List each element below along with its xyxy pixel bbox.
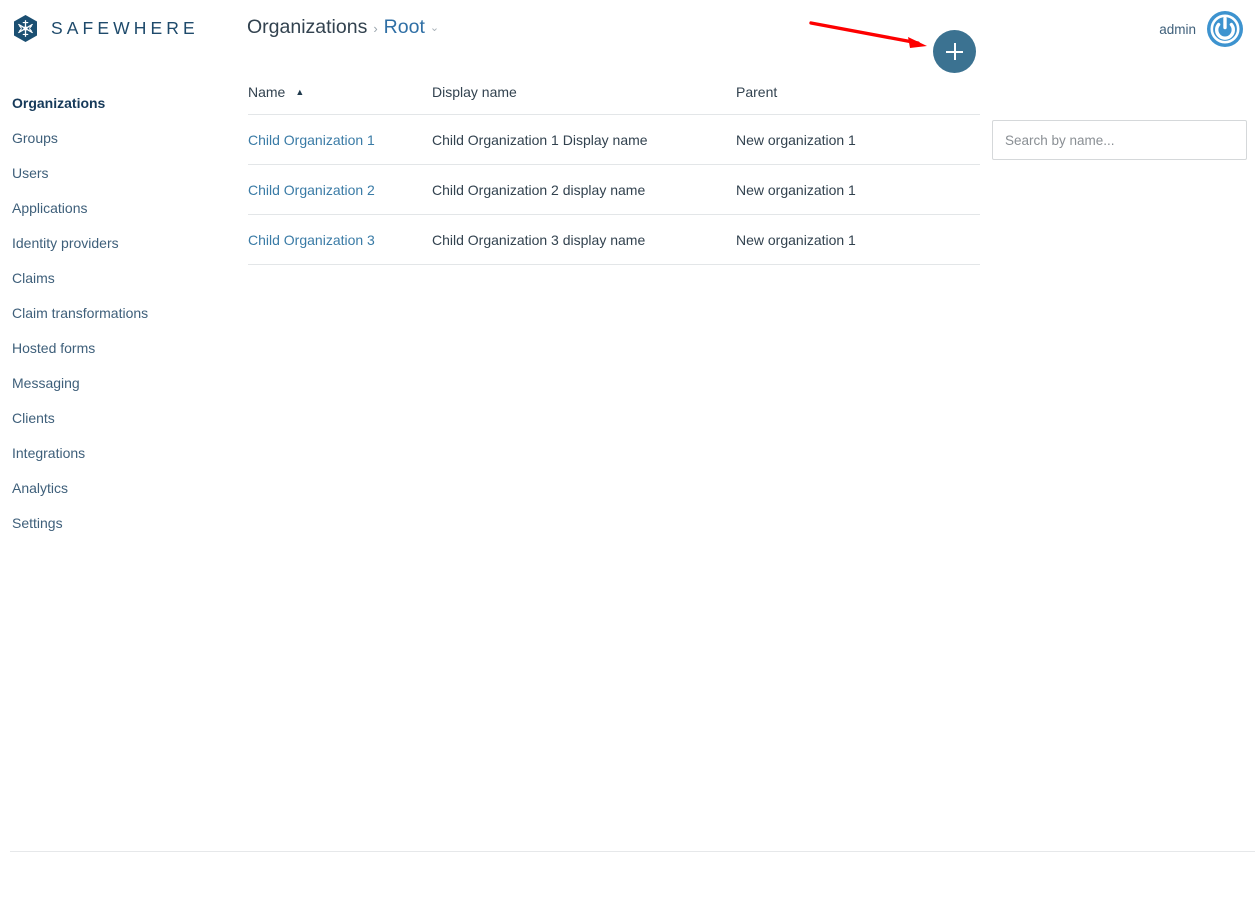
sidebar-item-organizations[interactable]: Organizations — [0, 86, 235, 121]
organization-link[interactable]: Child Organization 1 — [248, 132, 375, 148]
column-header-display-name[interactable]: Display name — [432, 84, 736, 115]
sidebar-item-clients[interactable]: Clients — [0, 401, 235, 436]
organization-link[interactable]: Child Organization 2 — [248, 182, 375, 198]
sidebar-item-integrations[interactable]: Integrations — [0, 436, 235, 471]
cell-name: Child Organization 2 — [248, 164, 432, 215]
breadcrumb-current[interactable]: Root ⌄ — [384, 16, 439, 39]
sidebar-item-messaging[interactable]: Messaging — [0, 366, 235, 401]
sidebar-item-analytics[interactable]: Analytics — [0, 471, 235, 506]
plus-icon — [946, 43, 963, 60]
sidebar-item-claim-transformations[interactable]: Claim transformations — [0, 296, 235, 331]
cell-name: Child Organization 1 — [248, 114, 432, 165]
user-name: admin — [1159, 21, 1196, 37]
breadcrumb-root[interactable]: Organizations — [247, 16, 367, 39]
cell-parent: New organization 1 — [736, 214, 980, 265]
safewhere-logo-icon — [11, 14, 40, 43]
user-menu[interactable]: admin — [1159, 10, 1244, 48]
table-header-row: Name ▲ Display name Parent — [248, 84, 980, 115]
sidebar-item-applications[interactable]: Applications — [0, 191, 235, 226]
cell-name: Child Organization 3 — [248, 214, 432, 265]
column-header-parent[interactable]: Parent — [736, 84, 980, 115]
cell-display-name: Child Organization 1 Display name — [432, 114, 736, 165]
table-row[interactable]: Child Organization 1 Child Organization … — [248, 114, 980, 165]
add-organization-button[interactable] — [933, 30, 976, 73]
breadcrumb: Organizations › Root ⌄ — [247, 16, 439, 39]
app-root: SAFEWHERE Organizations › Root ⌄ admin O… — [0, 0, 1255, 899]
app-header: SAFEWHERE Organizations › Root ⌄ admin — [0, 0, 1255, 73]
sort-asc-triangle-icon[interactable]: ▲ — [295, 87, 304, 97]
sidebar-item-identity-providers[interactable]: Identity providers — [0, 226, 235, 261]
column-header-name-label: Name — [248, 84, 286, 100]
chevron-down-icon[interactable]: ⌄ — [430, 21, 439, 34]
table-header: Name ▲ Display name Parent — [248, 84, 980, 115]
table-body: Child Organization 1 Child Organization … — [248, 114, 980, 265]
column-header-name[interactable]: Name ▲ — [248, 84, 432, 115]
red-arrow-annotation — [809, 21, 927, 48]
organization-link[interactable]: Child Organization 3 — [248, 232, 375, 248]
cell-display-name: Child Organization 3 display name — [432, 214, 736, 265]
sidebar-item-claims[interactable]: Claims — [0, 261, 235, 296]
cell-parent: New organization 1 — [736, 114, 980, 165]
search-input[interactable] — [992, 120, 1247, 160]
cell-parent: New organization 1 — [736, 164, 980, 215]
sidebar-item-settings[interactable]: Settings — [0, 506, 235, 541]
brand: SAFEWHERE — [11, 14, 199, 43]
brand-name: SAFEWHERE — [51, 18, 199, 38]
breadcrumb-separator-icon: › — [373, 21, 378, 36]
sidebar-item-hosted-forms[interactable]: Hosted forms — [0, 331, 235, 366]
organizations-table: Name ▲ Display name Parent Child Organiza… — [248, 84, 980, 265]
table-row[interactable]: Child Organization 2 Child Organization … — [248, 164, 980, 215]
user-avatar-icon[interactable] — [1206, 10, 1244, 48]
table-row[interactable]: Child Organization 3 Child Organization … — [248, 214, 980, 265]
cell-display-name: Child Organization 2 display name — [432, 164, 736, 215]
sidebar-item-users[interactable]: Users — [0, 156, 235, 191]
organizations-table-container: Name ▲ Display name Parent Child Organiza… — [248, 84, 980, 265]
app-footer: Help 20 organizations ▼ 1 — [0, 852, 1255, 899]
breadcrumb-current-label: Root — [383, 16, 425, 38]
sidebar-item-groups[interactable]: Groups — [0, 121, 235, 156]
sidebar-nav: Organizations Groups Users Applications … — [0, 86, 235, 541]
